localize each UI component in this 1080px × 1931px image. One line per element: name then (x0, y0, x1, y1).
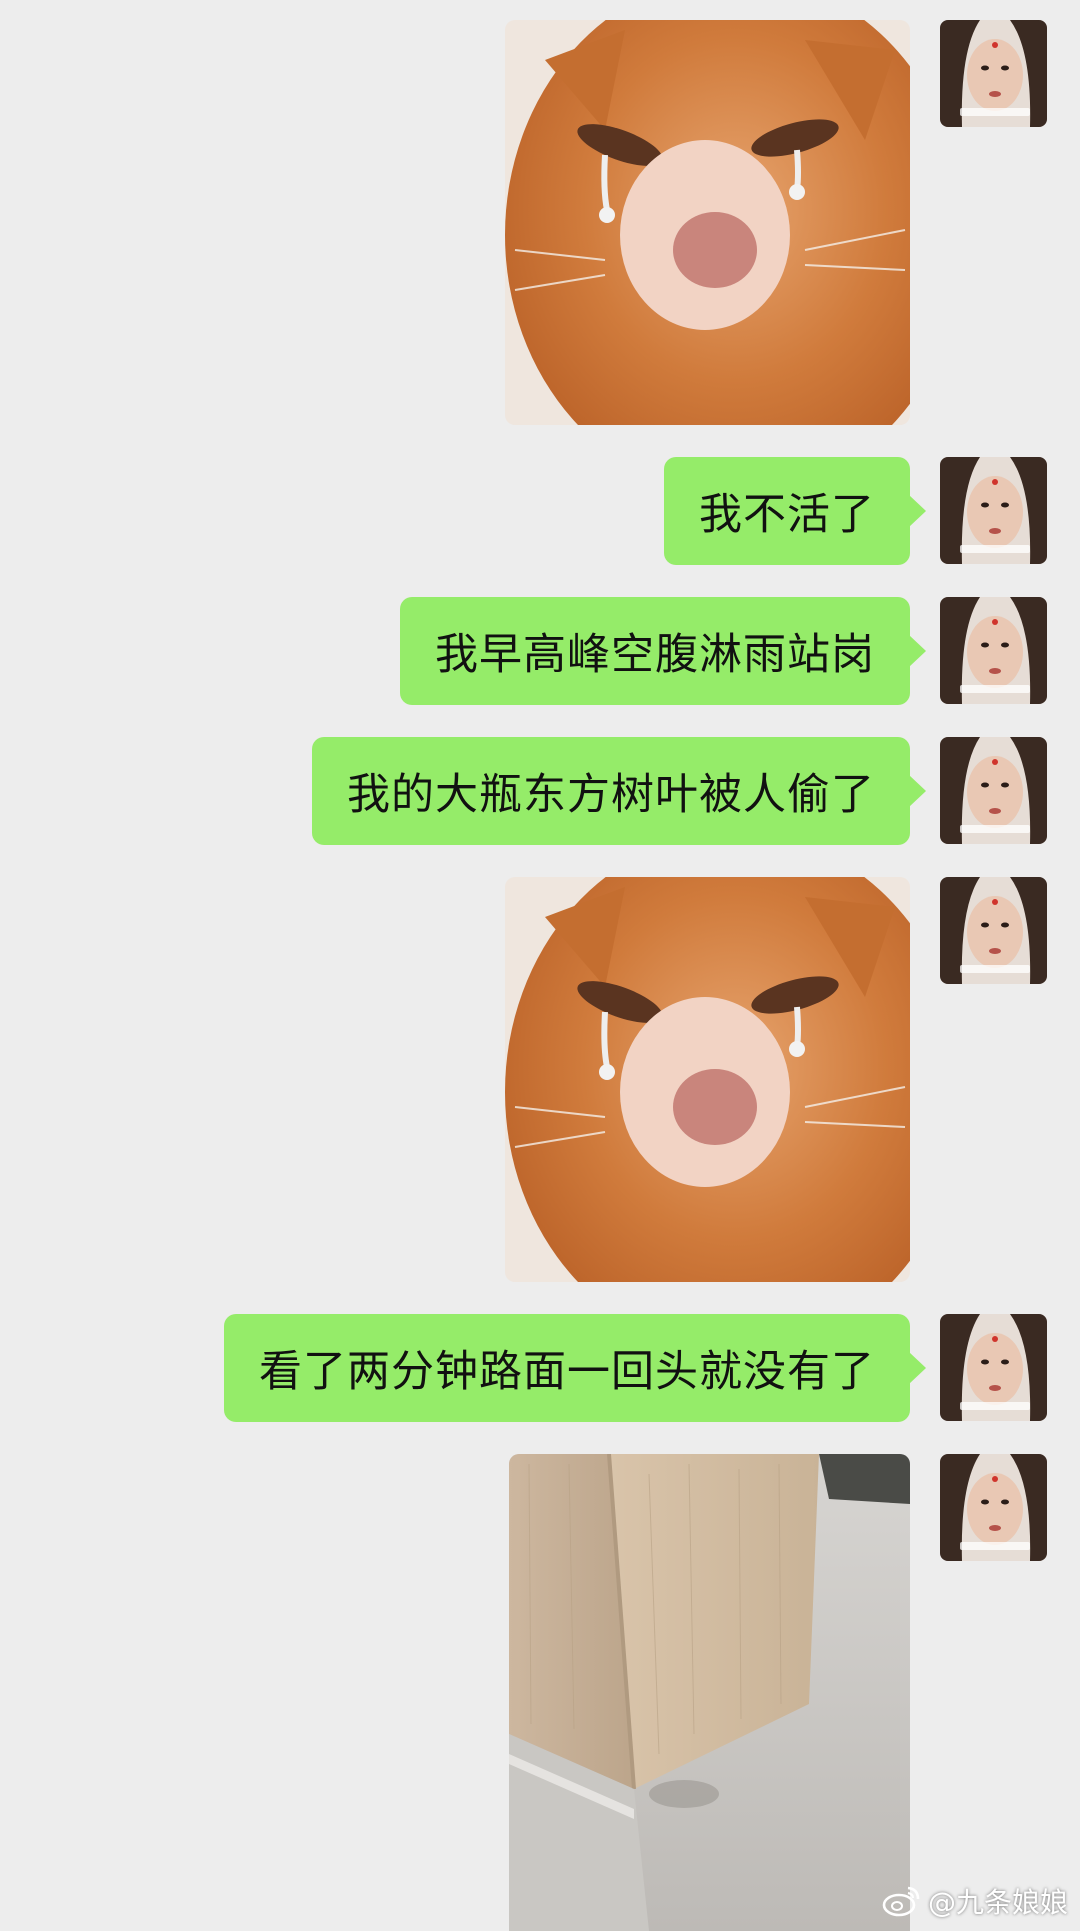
sticker-image[interactable] (505, 20, 910, 425)
avatar-image (940, 457, 1047, 564)
avatar-image (940, 737, 1047, 844)
message-bubble[interactable]: 我不活了 (664, 457, 926, 565)
message-bubble[interactable]: 我早高峰空腹淋雨站岗 (400, 597, 926, 705)
photo-image[interactable] (509, 1454, 910, 1931)
avatar[interactable] (940, 1454, 1047, 1561)
avatar-image (940, 877, 1047, 984)
avatar[interactable] (940, 597, 1047, 704)
message-bubble[interactable]: 我的大瓶东方树叶被人偷了 (312, 737, 926, 845)
avatar[interactable] (940, 457, 1047, 564)
avatar-image (940, 20, 1047, 127)
crying-cat-sticker (505, 877, 910, 1282)
message-text: 我早高峰空腹淋雨站岗 (435, 630, 875, 680)
avatar[interactable] (940, 877, 1047, 984)
watermark-text: @九条娘娘 (927, 1886, 1068, 1919)
avatar[interactable] (940, 20, 1047, 127)
crying-cat-sticker (505, 20, 910, 425)
avatar[interactable] (940, 1314, 1047, 1421)
message-text: 看了两分钟路面一回头就没有了 (259, 1347, 875, 1397)
avatar-image (940, 597, 1047, 704)
watermark: @九条娘娘 (882, 1881, 1068, 1921)
message-text: 我不活了 (699, 490, 875, 540)
avatar-image (940, 1454, 1047, 1561)
avatar[interactable] (940, 737, 1047, 844)
message-bubble[interactable]: 看了两分钟路面一回头就没有了 (224, 1314, 926, 1422)
avatar-image (940, 1314, 1047, 1421)
message-text: 我的大瓶东方树叶被人偷了 (347, 770, 875, 820)
sticker-image[interactable] (505, 877, 910, 1282)
wall-corner-photo (509, 1454, 910, 1931)
weibo-icon (882, 1886, 920, 1917)
